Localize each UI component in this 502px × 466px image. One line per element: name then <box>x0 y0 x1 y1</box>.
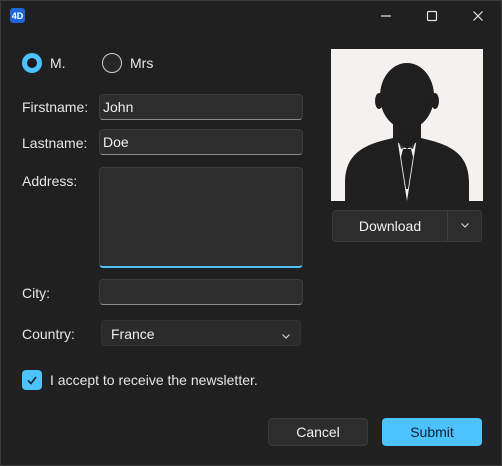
newsletter-label: I accept to receive the newsletter. <box>50 372 258 388</box>
address-field[interactable] <box>99 167 303 268</box>
newsletter-checkbox[interactable]: I accept to receive the newsletter. <box>22 369 258 391</box>
app-icon: 4D <box>10 8 25 23</box>
chevron-down-icon <box>460 217 470 235</box>
city-label: City: <box>22 285 50 301</box>
checkmark-icon[interactable] <box>22 370 42 390</box>
person-silhouette-icon <box>331 49 483 201</box>
chevron-down-icon <box>281 328 291 344</box>
maximize-icon[interactable] <box>409 1 455 31</box>
radio-m[interactable]: M. <box>22 52 66 74</box>
country-label: Country: <box>22 326 75 342</box>
lastname-field[interactable]: Doe <box>99 129 303 155</box>
country-select[interactable]: France <box>101 320 301 346</box>
address-label: Address: <box>22 173 78 189</box>
firstname-label: Firstname: <box>22 99 89 115</box>
download-split-button[interactable]: Download <box>332 210 482 242</box>
radio-button-selected[interactable] <box>22 53 42 73</box>
close-icon[interactable] <box>455 1 501 31</box>
lastname-label: Lastname: <box>22 135 88 151</box>
cancel-button[interactable]: Cancel <box>268 418 368 446</box>
download-button[interactable]: Download <box>333 211 447 241</box>
firstname-field[interactable]: John <box>99 94 303 120</box>
form-window: 4D M. Mrs Firstname: John Lastname: Doe … <box>0 0 502 466</box>
radio-mrs[interactable]: Mrs <box>102 52 153 74</box>
radio-mrs-label: Mrs <box>130 55 154 71</box>
radio-m-label: M. <box>50 55 66 71</box>
submit-button[interactable]: Submit <box>382 418 482 446</box>
svg-text:4D: 4D <box>12 11 24 21</box>
minimize-icon[interactable] <box>363 1 409 31</box>
city-field[interactable] <box>99 279 303 305</box>
download-dropdown-button[interactable] <box>448 211 482 241</box>
title-bar: 4D <box>1 1 501 31</box>
country-value: France <box>111 326 155 342</box>
radio-button-unselected[interactable] <box>102 53 122 73</box>
